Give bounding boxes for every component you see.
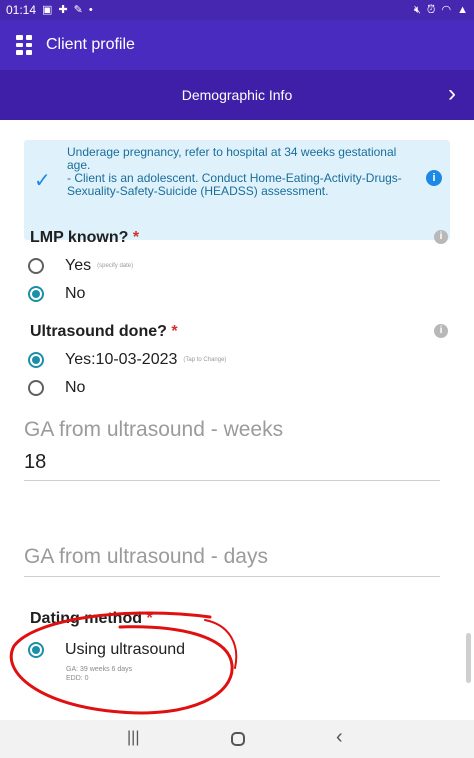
alert-text: Underage pregnancy, refer to hospital at… <box>67 146 417 198</box>
alert-box: ✓ Underage pregnancy, refer to hospital … <box>24 140 450 240</box>
signal-icon: ▲ <box>457 3 468 16</box>
dating-option-ultrasound[interactable]: Using ultrasound <box>28 641 185 659</box>
section-header[interactable]: Demographic Info › <box>0 70 474 120</box>
form-content: ✓ Underage pregnancy, refer to hospital … <box>0 120 474 720</box>
ultrasound-label: Ultrasound done? * <box>30 323 178 340</box>
mute-icon: 🔇︎ <box>413 3 421 16</box>
back-icon[interactable]: ‹ <box>336 726 343 749</box>
ultrasound-help-icon[interactable]: i <box>434 324 448 338</box>
menu-grid-icon[interactable] <box>16 35 32 55</box>
radio-button-selected[interactable] <box>28 642 44 658</box>
scrollbar-thumb[interactable] <box>466 633 471 683</box>
lmp-option-no[interactable]: No <box>28 285 85 303</box>
ultrasound-option-no[interactable]: No <box>28 379 85 397</box>
alert-line: - Client is an adolescent. Conduct Home-… <box>67 171 402 198</box>
alarm-icon: ⏰︎ <box>426 3 436 16</box>
lmp-option-yes[interactable]: Yes (specify date) <box>28 257 133 275</box>
radio-button-selected[interactable] <box>28 286 44 302</box>
lmp-label: LMP known? * <box>30 229 140 246</box>
app-title: Client profile <box>46 36 135 53</box>
dot-icon: • <box>88 3 93 16</box>
ga-weeks-input[interactable]: 18 <box>24 451 46 474</box>
ga-weeks-label: GA from ultrasound - weeks <box>24 418 284 441</box>
radio-button[interactable] <box>28 258 44 274</box>
ga-days-underline <box>24 576 440 577</box>
radio-button-selected[interactable] <box>28 352 44 368</box>
home-icon[interactable] <box>231 732 245 746</box>
system-nav-bar: ||| ‹ <box>0 720 474 758</box>
status-time: 01:14 <box>6 3 37 17</box>
wrench-icon: ✎ <box>73 3 83 16</box>
info-icon[interactable]: i <box>426 170 442 186</box>
ultrasound-option-yes[interactable]: Yes:10-03-2023 (Tap to Change) <box>28 351 226 369</box>
radio-button[interactable] <box>28 380 44 396</box>
grid-icon: ✚ <box>58 3 68 16</box>
edd-note: EDD: 0 <box>66 675 89 682</box>
alert-line: Underage pregnancy, refer to hospital at… <box>67 145 397 172</box>
ga-weeks-underline <box>24 480 440 481</box>
section-title: Demographic Info <box>181 87 293 103</box>
recent-apps-icon[interactable]: ||| <box>127 729 139 747</box>
chevron-right-icon[interactable]: › <box>448 82 456 106</box>
check-icon: ✓ <box>34 170 51 192</box>
dating-notes: GA: 39 weeks 6 days EDD: 0 <box>66 665 132 683</box>
ga-days-label[interactable]: GA from ultrasound - days <box>24 545 268 569</box>
dating-method-label: Dating method * <box>30 610 153 627</box>
ga-note: GA: 39 weeks 6 days <box>66 666 133 673</box>
app-bar: Client profile <box>0 20 474 70</box>
lmp-help-icon[interactable]: i <box>434 230 448 244</box>
status-bar: 01:14 ▣ ✚ ✎ • 🔇︎ ⏰︎ ◠ ▲ <box>0 0 474 20</box>
wifi-icon: ◠ <box>441 3 452 16</box>
image-icon: ▣ <box>42 3 53 16</box>
